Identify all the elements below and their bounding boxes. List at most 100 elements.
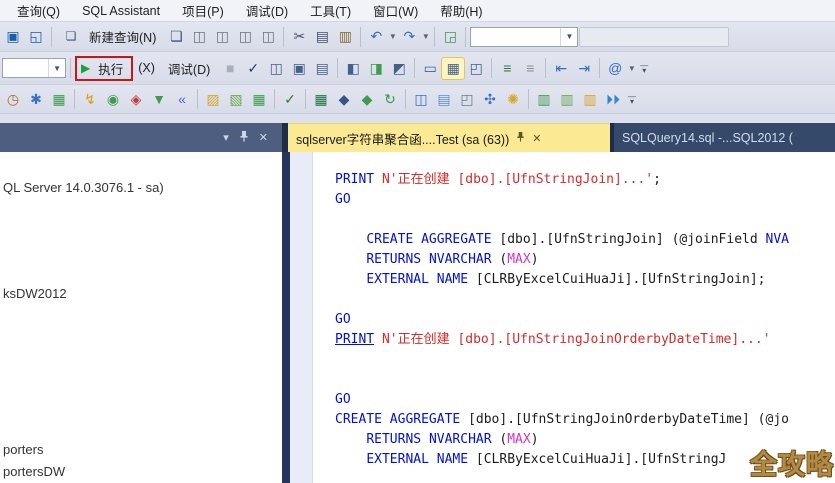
dmx-query-icon[interactable]: ◫ — [211, 26, 233, 47]
new-query-button[interactable]: ❏ 新建查询(N) — [56, 25, 164, 48]
pin-icon[interactable] — [516, 131, 525, 145]
actual-plan-icon[interactable]: ◧ — [342, 58, 364, 79]
menu-debug[interactable]: 调试(D) — [235, 0, 299, 22]
dax-query-icon[interactable]: ◫ — [257, 26, 279, 47]
open-folder-icon[interactable]: ▨ — [202, 89, 224, 110]
green-database-icon[interactable]: ◉ — [102, 89, 124, 110]
save-icon[interactable]: ▣ — [2, 26, 24, 47]
xmla-query-icon[interactable]: ◫ — [234, 26, 256, 47]
code-line: GO — [335, 312, 351, 327]
results-to-text-icon[interactable]: ▭ — [419, 58, 441, 79]
toolbar1-combo[interactable]: ▼ — [470, 26, 579, 47]
diagram-check-icon[interactable]: ▦ — [48, 89, 70, 110]
db-doc-green-icon[interactable]: ▥ — [533, 89, 555, 110]
toolbar-standard: ▣ ◱ ❏ 新建查询(N) ❏ ◫ ◫ ◫ ◫ ✂ ▤ ▥ ↶ ▼ ↷ ▼ ◲ ▼ — [0, 22, 835, 52]
tab-sqlquery14[interactable]: SQLQuery14.sql -...SQL2012 ( — [614, 123, 835, 152]
cut-icon[interactable]: ✂ — [288, 26, 310, 47]
template-parameters-icon[interactable]: @ — [604, 58, 626, 79]
chevron-down-icon[interactable]: ▼ — [421, 32, 430, 41]
play-next-icon[interactable]: ⏵⏵ — [602, 89, 624, 110]
close-icon[interactable]: ✕ — [532, 132, 541, 145]
redo-icon[interactable]: ↷ — [398, 26, 420, 47]
query-options-icon[interactable]: ▣ — [288, 58, 310, 79]
decrease-indent-icon[interactable]: ⇤ — [550, 58, 572, 79]
increase-indent-icon[interactable]: ⇥ — [573, 58, 595, 79]
close-icon[interactable]: ✕ — [259, 131, 268, 144]
menu-project[interactable]: 项目(P) — [171, 0, 235, 22]
database-combo[interactable]: ▼ — [2, 58, 66, 78]
debug-button[interactable]: 调试(D) — [160, 58, 218, 79]
toolbar2-overflow[interactable]: — ▾ — [637, 62, 651, 75]
sql-flash-icon[interactable]: ↯ — [79, 89, 101, 110]
copy-icon[interactable]: ▤ — [311, 26, 333, 47]
results-to-file-icon[interactable]: ◰ — [465, 58, 487, 79]
client-statistics-icon[interactable]: ◩ — [388, 58, 410, 79]
org-diagram-icon[interactable]: ◫ — [410, 89, 432, 110]
gears-blue-icon[interactable]: ✣ — [479, 89, 501, 110]
comment-icon[interactable]: ≡ — [496, 58, 518, 79]
tree-item-database-3[interactable]: portersDW — [3, 464, 65, 479]
history-clock-icon[interactable]: ◷ — [2, 89, 24, 110]
folder-code-icon[interactable]: ▧ — [225, 89, 247, 110]
query-designer-icon[interactable]: ◲ — [439, 26, 461, 47]
tab-aggregate-script[interactable]: sqlserver字符串聚合函....Test (sa (63)) ✕ — [288, 123, 610, 152]
menu-window[interactable]: 窗口(W) — [362, 0, 429, 22]
sql-editor[interactable]: PRINT N'正在创建 [dbo].[UfnStringJoin]...'; G… — [290, 152, 835, 483]
snippet-tree-icon[interactable]: ▼ — [148, 89, 170, 110]
menu-sql-assistant[interactable]: SQL Assistant — [71, 2, 171, 20]
toolbar1-field[interactable] — [579, 26, 730, 47]
toolbar-separator — [274, 89, 275, 109]
db-doc-gold-icon[interactable]: ▥ — [579, 89, 601, 110]
toolbar3-overflow[interactable]: — ▾ — [625, 93, 639, 106]
code-line: PRINT N'正在创建 [dbo].[UfnStringJoin]...'; — [335, 172, 661, 187]
options-gear-icon[interactable]: ✱ — [25, 89, 47, 110]
live-statistics-icon[interactable]: ◨ — [365, 58, 387, 79]
tree-item-database-1[interactable]: ksDW2012 — [3, 286, 67, 301]
toolbar-separator — [197, 89, 198, 109]
excel-icon[interactable]: ▦ — [310, 89, 332, 110]
menu-tools[interactable]: 工具(T) — [299, 0, 362, 22]
pin-icon[interactable] — [239, 130, 249, 145]
stop-icon[interactable]: ■ — [219, 58, 241, 79]
sql-stamp-icon[interactable]: ◈ — [125, 89, 147, 110]
code-line: EXTERNAL NAME [CLRByExcelCuiHuaJi].[UfnS… — [366, 272, 766, 287]
refresh-icon[interactable]: ↻ — [379, 89, 401, 110]
menu-help[interactable]: 帮助(H) — [429, 0, 493, 22]
spellcheck-icon[interactable]: ✓ — [279, 89, 301, 110]
chevron-down-icon: ▼ — [560, 27, 577, 46]
toolbar-separator — [434, 26, 436, 47]
toolbar-addins: ◷ ✱ ▦ ↯ ◉ ◈ ▼ «▨ ▧ ▦ ✓ ▦ ◆ ◆ ↻ ◫ ▤ ◰ ✣ ✺ ▥ ▥ ▥ ⏵⏵ — ▾ — [0, 85, 835, 114]
chevron-down-icon[interactable]: ▼ — [388, 32, 397, 41]
toolbar-separator — [283, 26, 285, 47]
pipe-icon[interactable]: ▤ — [433, 89, 455, 110]
watermark-text: 全攻略 — [750, 450, 834, 480]
tree-item-database-2[interactable]: porters — [3, 442, 43, 457]
results-pane-icon[interactable]: ▤ — [311, 58, 333, 79]
database-engine-query-icon[interactable]: ❏ — [165, 26, 187, 47]
chevron-down-icon[interactable]: ▾ — [223, 131, 229, 144]
navigate-back-icon[interactable]: « — [171, 89, 193, 110]
execute-button[interactable]: ▶ 执行 — [75, 55, 134, 81]
tree-item-server[interactable]: QL Server 14.0.3076.1 - sa) — [3, 180, 164, 195]
panel-splitter[interactable] — [282, 152, 290, 483]
estimated-plan-icon[interactable]: ◫ — [265, 58, 287, 79]
db-doc-green2-icon[interactable]: ▥ — [556, 89, 578, 110]
toolbar-separator — [337, 58, 339, 78]
chevron-down-icon[interactable]: ▼ — [627, 64, 636, 73]
parse-check-icon[interactable]: ✓ — [242, 58, 264, 79]
archive-up-icon[interactable]: ◰ — [456, 89, 478, 110]
mdx-query-icon[interactable]: ◫ — [188, 26, 210, 47]
gear-gold-icon[interactable]: ✺ — [502, 89, 524, 110]
uncomment-icon[interactable]: ≡ — [519, 58, 541, 79]
undo-icon[interactable]: ↶ — [365, 26, 387, 47]
toolbar-separator — [305, 89, 306, 109]
menu-query[interactable]: 查询(Q) — [6, 0, 71, 22]
paste-icon[interactable]: ▥ — [334, 26, 356, 47]
table-export-icon[interactable]: ▦ — [248, 89, 270, 110]
save-all-icon[interactable]: ◱ — [25, 26, 47, 47]
db-copy-icon[interactable]: ◆ — [333, 89, 355, 110]
results-to-grid-icon[interactable]: ▦ — [441, 56, 466, 80]
db-sync-icon[interactable]: ◆ — [356, 89, 378, 110]
